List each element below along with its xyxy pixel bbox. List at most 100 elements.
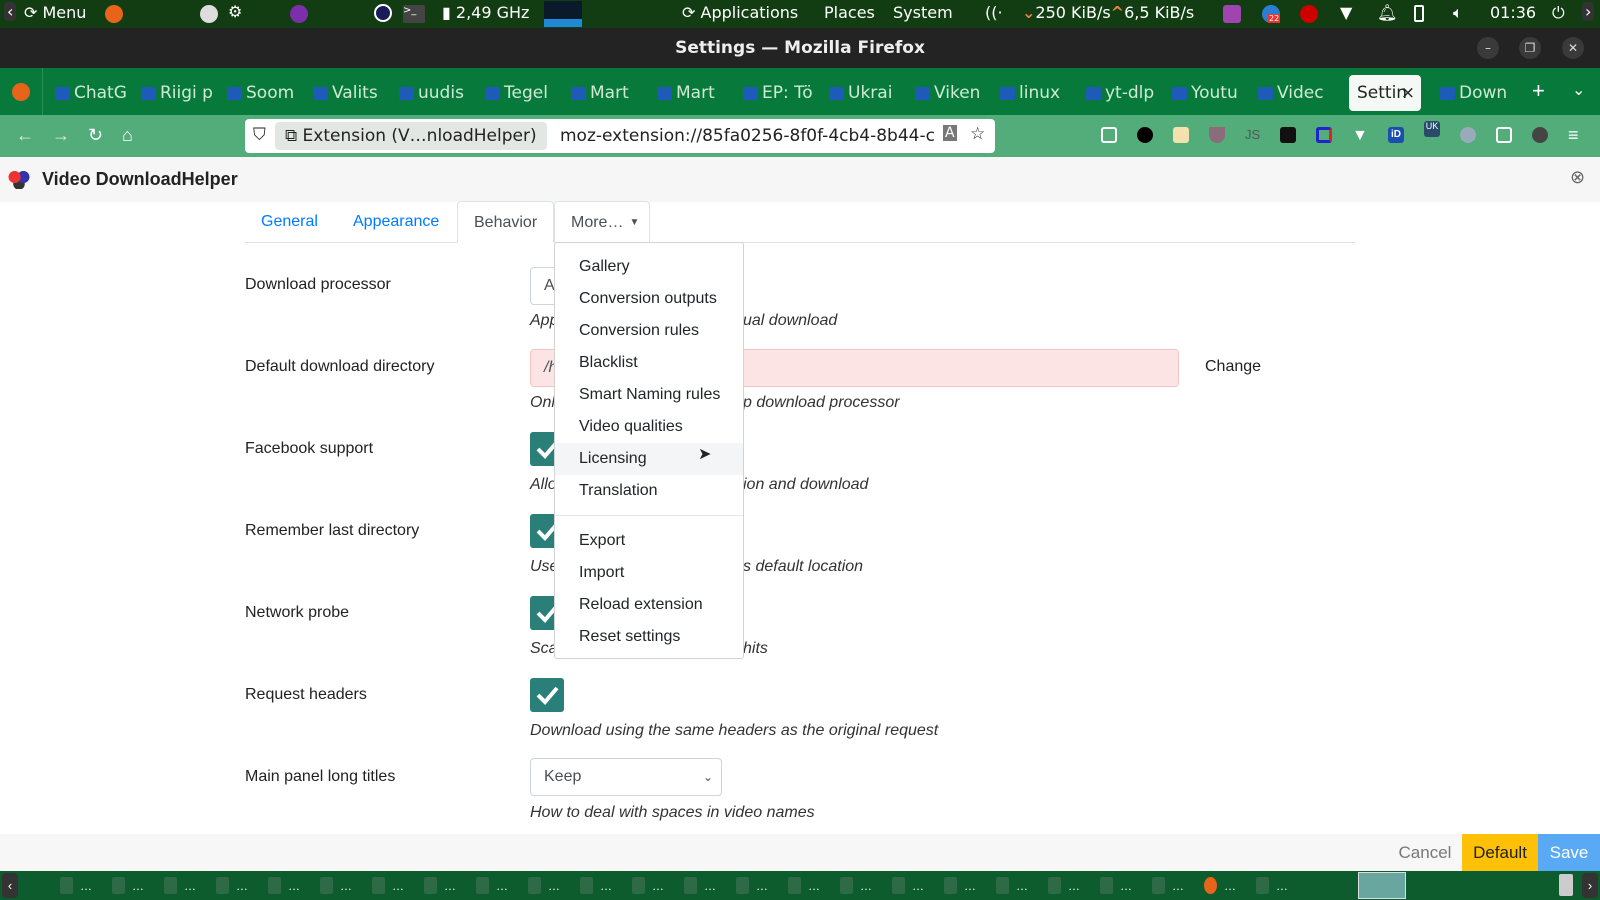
- cancel-button[interactable]: Cancel: [1390, 834, 1460, 871]
- extensions-icon[interactable]: [1496, 127, 1512, 143]
- shield-icon[interactable]: ⛉: [253, 125, 266, 145]
- browser-tab[interactable]: Ukrai: [829, 75, 911, 111]
- bell-icon[interactable]: 🔔︎: [1377, 3, 1397, 22]
- firefox-view-icon[interactable]: [12, 83, 30, 101]
- system-menu[interactable]: System: [893, 3, 953, 22]
- settings-gears-icon[interactable]: ⚙: [228, 2, 242, 21]
- pocket-icon[interactable]: [1101, 127, 1117, 143]
- panel-left-arrow[interactable]: ‹: [4, 2, 17, 21]
- taskbar-window-icon[interactable]: [320, 877, 333, 894]
- app-menu-button[interactable]: ≡: [1568, 125, 1579, 146]
- minimize-button[interactable]: –: [1477, 37, 1499, 59]
- browser-tab[interactable]: Youtu: [1172, 75, 1254, 111]
- save-button[interactable]: Save: [1538, 834, 1600, 871]
- taskbar-window-icon[interactable]: [1152, 877, 1165, 894]
- taskbar-window-icon[interactable]: [424, 877, 437, 894]
- taskbar-window-icon[interactable]: [580, 877, 593, 894]
- clock[interactable]: 01:36: [1490, 3, 1536, 22]
- browser-tab[interactable]: Settin ×: [1349, 75, 1421, 111]
- url-text[interactable]: moz-extension://85fa0256-8f0f-4cb4-8b44-…: [560, 119, 940, 153]
- taskbar-window-icon[interactable]: [528, 877, 541, 894]
- translate-icon[interactable]: A: [943, 125, 957, 141]
- close-settings-icon[interactable]: ⊗: [1570, 167, 1585, 188]
- taskbar-window-icon[interactable]: [736, 877, 749, 894]
- id-icon[interactable]: iD: [1388, 127, 1404, 143]
- taskbar-window-icon[interactable]: [216, 877, 229, 894]
- url-bar[interactable]: ⛉ ⧉ Extension (V…nloadHelper) moz-extens…: [245, 119, 995, 153]
- trash-icon[interactable]: [1559, 874, 1573, 896]
- cloud-icon[interactable]: [1460, 127, 1476, 143]
- taskbar-window-icon[interactable]: [164, 877, 177, 894]
- browser-tab[interactable]: linux: [1000, 75, 1082, 111]
- menu-item[interactable]: Licensing: [555, 443, 743, 475]
- new-tab-button[interactable]: +: [1532, 78, 1545, 104]
- forward-button[interactable]: →: [52, 125, 70, 146]
- bookmark-star-icon[interactable]: ☆: [970, 124, 985, 144]
- firefox-launcher-icon[interactable]: [105, 5, 123, 23]
- menu-button[interactable]: ⟳ Menu: [24, 3, 86, 22]
- menu-item[interactable]: Video qualities: [555, 411, 743, 443]
- menu-item[interactable]: Conversion rules: [555, 315, 743, 347]
- change-directory-button[interactable]: Change: [1205, 358, 1261, 376]
- taskbar-window-icon[interactable]: [944, 877, 957, 894]
- taskbar-window-icon[interactable]: [1048, 877, 1061, 894]
- menu-item[interactable]: Reload extension: [555, 589, 743, 621]
- taskbar-window-icon[interactable]: [892, 877, 905, 894]
- taskbar-window-icon[interactable]: [840, 877, 853, 894]
- browser-tab[interactable]: Videc: [1258, 75, 1340, 111]
- ublock-icon[interactable]: [1209, 127, 1225, 143]
- list-all-tabs-button[interactable]: ⌄: [1572, 80, 1585, 100]
- applications-menu[interactable]: ⟳ Applications: [682, 3, 798, 22]
- taskbar-window-icon[interactable]: [996, 877, 1009, 894]
- audio-recorder-icon[interactable]: [1223, 5, 1241, 23]
- close-tab-icon[interactable]: ×: [1401, 75, 1415, 111]
- notes-icon[interactable]: [1173, 127, 1189, 143]
- browser-tab[interactable]: Riigi p: [141, 75, 223, 111]
- request-headers-checkbox[interactable]: [530, 678, 564, 712]
- browser-tab[interactable]: Tegel: [485, 75, 567, 111]
- active-firefox-taskbar-button[interactable]: [1358, 872, 1406, 899]
- browser-tab[interactable]: Mart: [571, 75, 653, 111]
- browser-tab[interactable]: ChatG: [55, 75, 137, 111]
- dark-reader-icon[interactable]: [1137, 127, 1153, 143]
- taskbar-window-icon[interactable]: [632, 877, 645, 894]
- filter-icon[interactable]: ▼: [1352, 127, 1368, 144]
- browser-tab[interactable]: EP: Tö: [743, 75, 825, 111]
- browser-tab[interactable]: Soom: [227, 75, 309, 111]
- menu-item[interactable]: Translation: [555, 475, 743, 507]
- browser-tab[interactable]: Viken: [915, 75, 997, 111]
- menu-item[interactable]: Blacklist: [555, 347, 743, 379]
- battery-icon[interactable]: [1414, 5, 1424, 22]
- browser-tab[interactable]: uudis: [399, 75, 481, 111]
- long-titles-select[interactable]: Keep ⌄: [530, 758, 722, 796]
- menu-item[interactable]: Reset settings: [555, 621, 743, 653]
- taskbar-window-icon[interactable]: [268, 877, 281, 894]
- javascript-toggle-icon[interactable]: JS: [1245, 127, 1261, 143]
- tab-behavior[interactable]: Behavior: [457, 201, 555, 243]
- taskbar-window-icon[interactable]: [1204, 877, 1217, 894]
- taskbar-window-icon[interactable]: [112, 877, 125, 894]
- browser-tab[interactable]: Valits: [313, 75, 395, 111]
- taskbar-window-icon[interactable]: [60, 877, 73, 894]
- browser-tab[interactable]: Mart: [657, 75, 739, 111]
- taskbar-window-icon[interactable]: [1100, 877, 1113, 894]
- default-button[interactable]: Default: [1462, 834, 1538, 871]
- menu-item[interactable]: Export: [555, 525, 743, 557]
- network-icon[interactable]: ▼: [1340, 3, 1352, 22]
- terminal-icon[interactable]: >_: [403, 5, 425, 23]
- identity-box[interactable]: ⧉ Extension (V…nloadHelper): [275, 122, 547, 150]
- taskbar-right-arrow[interactable]: ›: [1582, 873, 1598, 898]
- taskbar-window-icon[interactable]: [372, 877, 385, 894]
- panel-right-arrow[interactable]: ›: [1582, 2, 1595, 21]
- taskbar-window-icon[interactable]: [684, 877, 697, 894]
- browser-tab[interactable]: Down: [1440, 75, 1522, 111]
- places-menu[interactable]: Places: [824, 3, 875, 22]
- record-icon[interactable]: [1300, 5, 1318, 23]
- taskbar-window-icon[interactable]: [1256, 877, 1269, 894]
- reload-button[interactable]: ↻: [88, 125, 103, 146]
- taskbar-left-arrow[interactable]: ‹: [2, 873, 18, 898]
- wifi-icon[interactable]: ((·: [985, 3, 1003, 22]
- maximize-button[interactable]: ❐: [1519, 37, 1541, 59]
- power-icon[interactable]: ⏻: [1552, 3, 1565, 23]
- tor-icon[interactable]: [290, 5, 308, 23]
